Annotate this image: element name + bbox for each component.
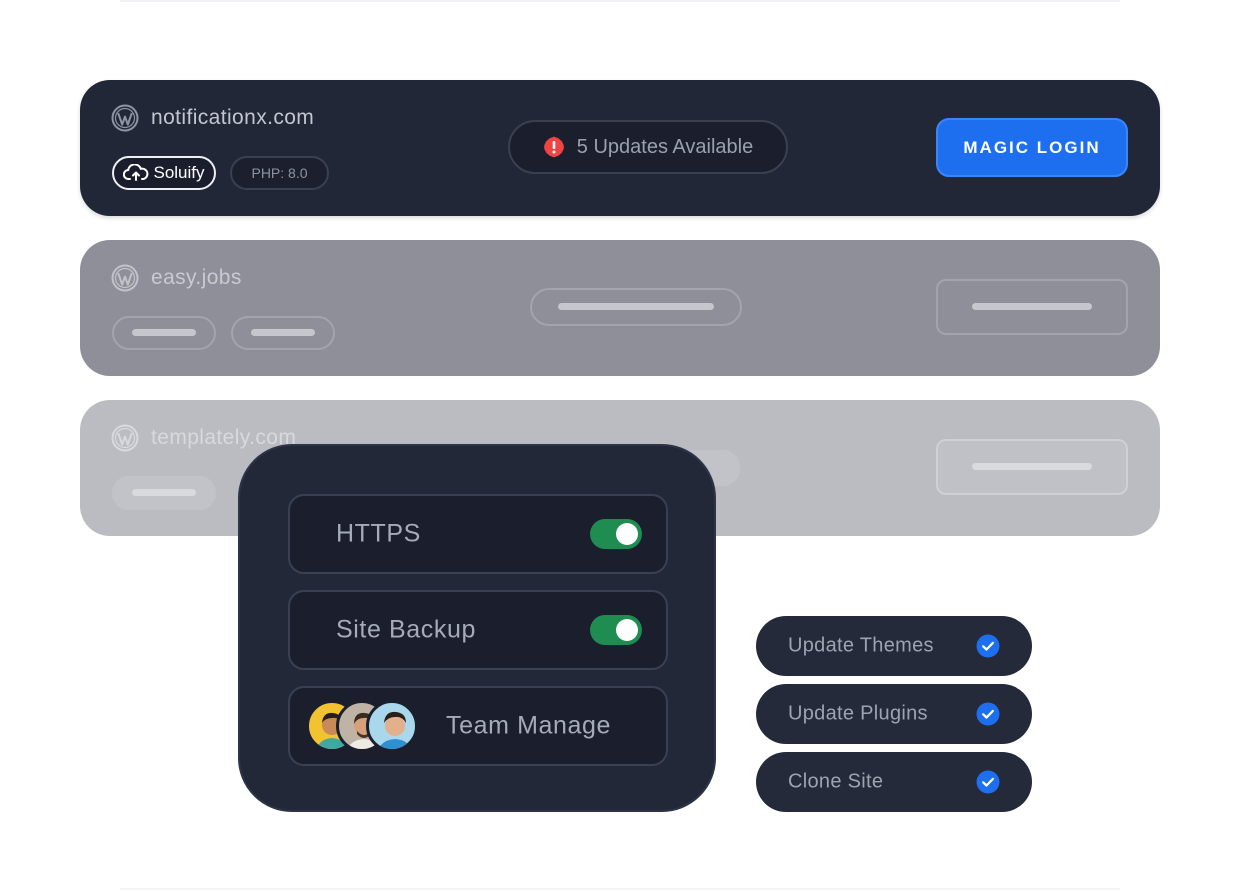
placeholder-bar xyxy=(132,489,196,496)
checklist-label: Update Themes xyxy=(788,634,934,657)
checklist-update-themes[interactable]: Update Themes xyxy=(756,616,1032,676)
check-circle-icon xyxy=(976,770,1000,794)
alert-icon xyxy=(543,136,564,158)
provider-badge-label: Soluify xyxy=(153,163,205,182)
toggle-knob xyxy=(616,619,638,641)
placeholder-badge xyxy=(112,476,216,510)
feature-https[interactable]: HTTPS xyxy=(288,494,668,574)
magic-login-button[interactable]: MAGIC LOGIN xyxy=(936,118,1128,177)
site-card-notificationx[interactable]: notificationx.com Soluify PHP: 8.0 5 Upd… xyxy=(80,80,1160,216)
feature-label: HTTPS xyxy=(336,519,421,548)
placeholder-badge xyxy=(112,316,216,350)
placeholder-bar xyxy=(972,303,1092,310)
toggle-knob xyxy=(616,523,638,545)
site-features-panel: HTTPS Site Backup Team Manage xyxy=(238,444,716,812)
checklist-clone-site[interactable]: Clone Site xyxy=(756,752,1032,812)
site-header: notificationx.com xyxy=(111,104,314,132)
updates-available-button[interactable]: 5 Updates Available xyxy=(508,120,788,174)
person-icon xyxy=(378,711,412,749)
site-backup-toggle[interactable] xyxy=(590,615,642,645)
wordpress-icon xyxy=(111,424,139,452)
provider-badge: Soluify xyxy=(112,156,216,190)
placeholder-bar xyxy=(558,303,714,310)
updates-label: 5 Updates Available xyxy=(576,135,754,158)
cloud-upload-icon xyxy=(123,164,149,181)
placeholder-bar xyxy=(972,463,1092,470)
feature-site-backup[interactable]: Site Backup xyxy=(288,590,668,670)
checklist-label: Update Plugins xyxy=(788,702,928,725)
feature-team-manage[interactable]: Team Manage xyxy=(288,686,668,766)
placeholder-action-button xyxy=(936,279,1128,335)
placeholder-updates xyxy=(530,288,742,326)
placeholder-badge xyxy=(231,316,335,350)
site-header: easy.jobs xyxy=(111,264,242,292)
site-header: templately.com xyxy=(111,424,296,452)
placeholder-action-button xyxy=(936,439,1128,495)
https-toggle[interactable] xyxy=(590,519,642,549)
checklist-update-plugins[interactable]: Update Plugins xyxy=(756,684,1032,744)
wordpress-icon xyxy=(111,104,139,132)
top-divider xyxy=(120,0,1120,2)
placeholder-bar xyxy=(132,329,196,336)
wordpress-icon xyxy=(111,264,139,292)
site-card-easy-jobs[interactable]: easy.jobs xyxy=(80,240,1160,376)
bottom-divider xyxy=(120,888,1120,890)
php-version-label: PHP: 8.0 xyxy=(251,165,308,181)
checklist-label: Clone Site xyxy=(788,770,884,793)
check-circle-icon xyxy=(976,634,1000,658)
team-avatars xyxy=(306,698,424,754)
feature-label: Team Manage xyxy=(446,711,612,740)
php-version-badge: PHP: 8.0 xyxy=(230,156,329,190)
check-circle-icon xyxy=(976,702,1000,726)
feature-label: Site Backup xyxy=(336,615,477,644)
site-domain: notificationx.com xyxy=(151,106,315,129)
site-domain: easy.jobs xyxy=(151,266,242,289)
placeholder-bar xyxy=(251,329,315,336)
avatar xyxy=(366,700,418,752)
